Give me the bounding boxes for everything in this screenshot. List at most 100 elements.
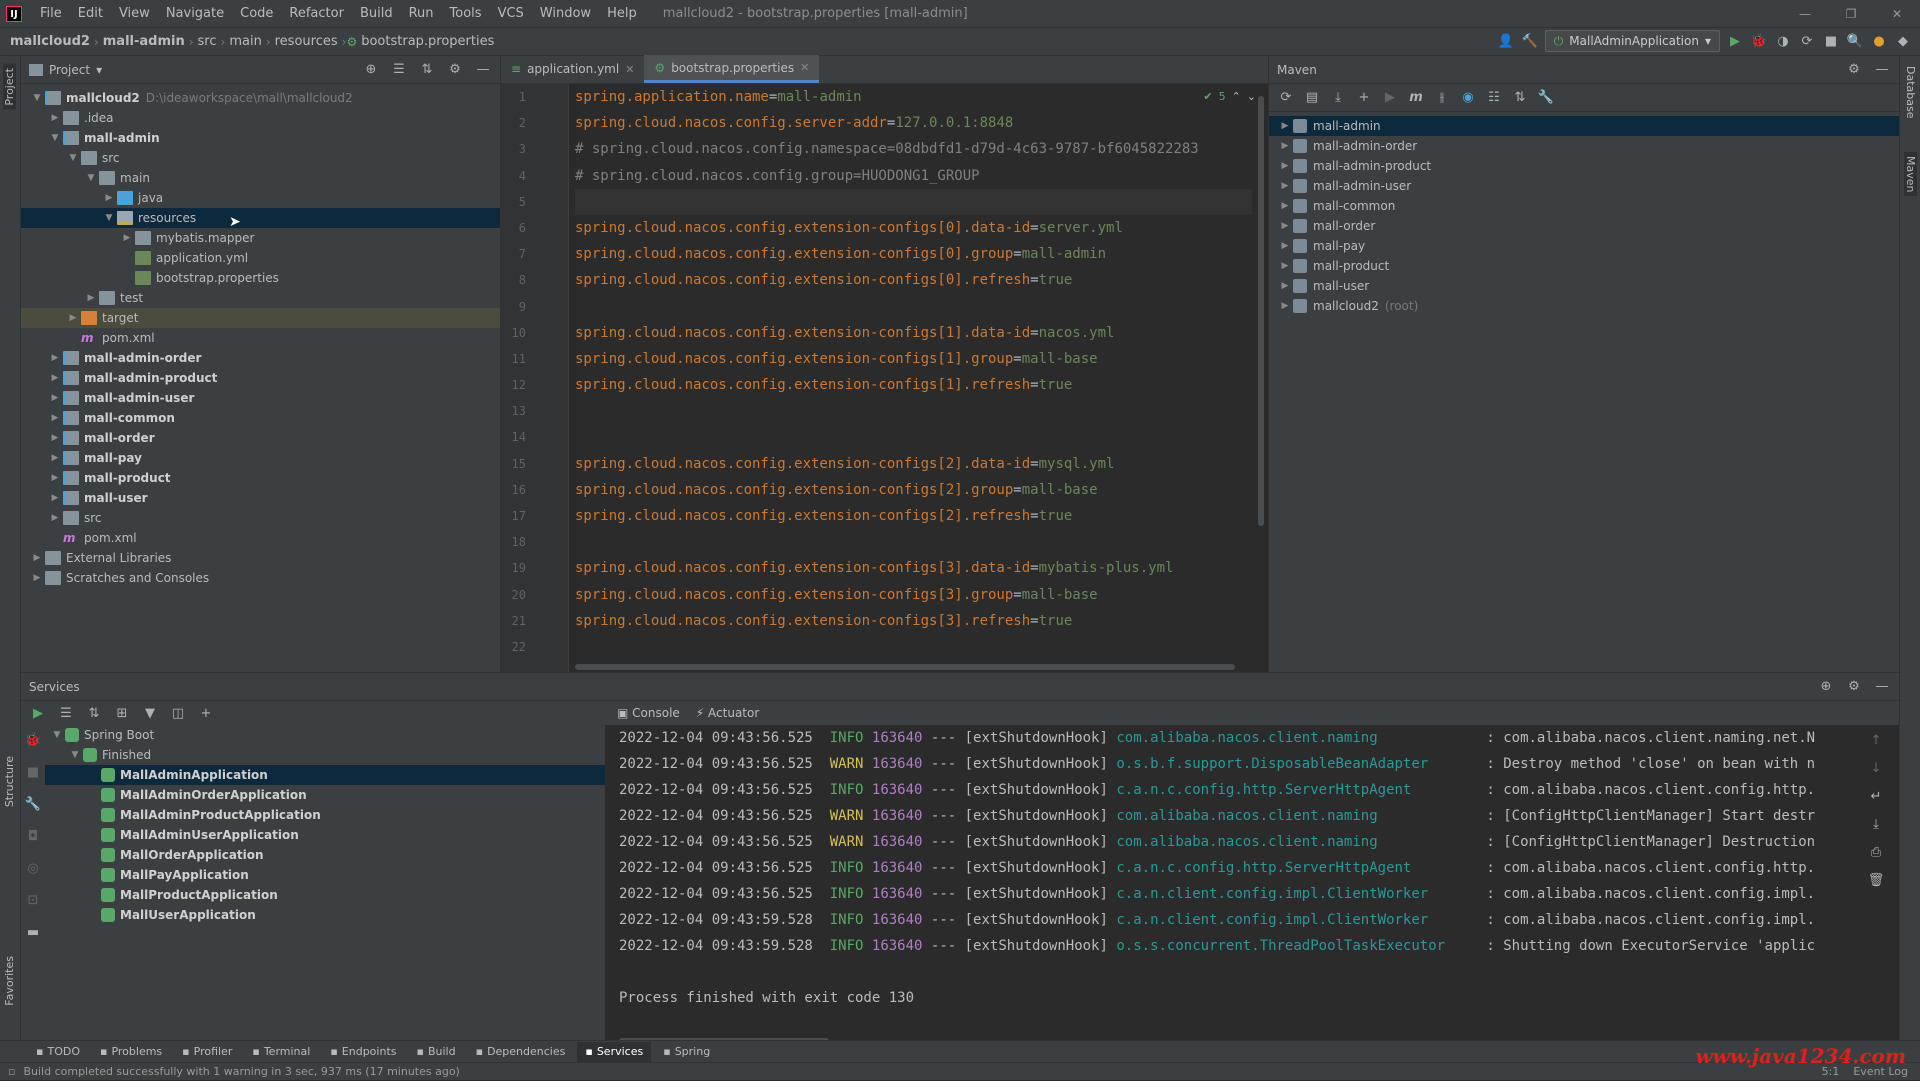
- jetbrains-icon[interactable]: ◆: [1894, 32, 1912, 50]
- project-tree-item[interactable]: ▶ test: [21, 288, 500, 308]
- filter-icon[interactable]: ▼: [141, 704, 159, 722]
- expand-arrow-icon[interactable]: ▶: [47, 433, 63, 443]
- favorites-tool-button[interactable]: Favorites: [3, 956, 16, 1006]
- expand-arrow-icon[interactable]: ▶: [1277, 281, 1293, 291]
- project-tree-item[interactable]: ▶ mall-user: [21, 488, 500, 508]
- console-tab[interactable]: ▣ Console: [617, 706, 680, 720]
- menu-code[interactable]: Code: [232, 6, 281, 21]
- maven-project-item[interactable]: ▶ mallcloud2 (root): [1269, 296, 1899, 316]
- breadcrumb-item[interactable]: mallcloud2: [6, 34, 94, 49]
- stop-icon[interactable]: ■: [24, 763, 42, 781]
- menu-file[interactable]: File: [32, 6, 70, 21]
- debug-icon[interactable]: 🐞: [24, 731, 42, 749]
- project-tree-item[interactable]: ▶ src: [21, 508, 500, 528]
- menu-view[interactable]: View: [111, 6, 158, 21]
- horizontal-scrollbar[interactable]: [575, 664, 1235, 670]
- run-icon[interactable]: ▶: [1726, 32, 1744, 50]
- chevron-down-icon[interactable]: ▾: [96, 63, 102, 77]
- expand-arrow-icon[interactable]: ▼: [101, 213, 117, 223]
- chevron-down-icon[interactable]: ⌄: [1247, 90, 1256, 103]
- expand-arrow-icon[interactable]: ▶: [1277, 141, 1293, 151]
- menu-window[interactable]: Window: [532, 6, 599, 21]
- maven-project-item[interactable]: ▶ mall-pay: [1269, 236, 1899, 256]
- project-tree-item[interactable]: ▶ target: [21, 308, 500, 328]
- expand-all-icon[interactable]: ☰: [390, 61, 408, 79]
- project-tree-item[interactable]: ▶ mall-admin-user: [21, 388, 500, 408]
- project-tree-item[interactable]: ▶ mall-pay: [21, 448, 500, 468]
- expand-arrow-icon[interactable]: ▶: [47, 113, 63, 123]
- expand-arrow-icon[interactable]: ▶: [1277, 181, 1293, 191]
- layout-icon[interactable]: ▬: [24, 923, 42, 941]
- tool-window-dependencies[interactable]: ▪ Dependencies: [468, 1042, 574, 1062]
- project-tree-item[interactable]: ▶ mybatis.mapper: [21, 228, 500, 248]
- globe-icon[interactable]: ⊕: [1817, 678, 1835, 696]
- deploy-icon[interactable]: ◎: [24, 859, 42, 877]
- project-tool-button[interactable]: Project: [3, 64, 16, 110]
- vertical-scrollbar[interactable]: [1258, 96, 1264, 526]
- expand-arrow-icon[interactable]: ▶: [29, 553, 45, 563]
- expand-all-icon[interactable]: ☰: [57, 704, 75, 722]
- collapse-all-icon[interactable]: ⇅: [85, 704, 103, 722]
- menu-run[interactable]: Run: [401, 6, 442, 21]
- arrow-up-icon[interactable]: ↑: [1867, 731, 1885, 749]
- scroll-to-end-icon[interactable]: ⤓: [1867, 815, 1885, 833]
- print-icon[interactable]: ⎙: [1867, 843, 1885, 861]
- add-icon[interactable]: +: [1355, 89, 1373, 107]
- breadcrumb-item[interactable]: resources: [271, 34, 342, 49]
- expand-arrow-icon[interactable]: ▶: [47, 453, 63, 463]
- breadcrumb-item[interactable]: bootstrap.properties: [357, 34, 498, 49]
- expand-arrow-icon[interactable]: ▶: [47, 373, 63, 383]
- expand-arrow-icon[interactable]: ▶: [65, 313, 81, 323]
- run-icon[interactable]: ▶: [1381, 89, 1399, 107]
- breadcrumb-item[interactable]: mall-admin: [99, 34, 189, 49]
- build-hammer-icon[interactable]: 🔨: [1521, 32, 1539, 50]
- hide-icon[interactable]: —: [1873, 678, 1891, 696]
- project-tree-item[interactable]: ▼ mallcloud2 D:\ideaworkspace\mall\mallclo…: [21, 88, 500, 108]
- toggle-offline-icon[interactable]: ⫲: [1433, 89, 1451, 107]
- update-icon[interactable]: ●: [1870, 32, 1888, 50]
- maven-project-item[interactable]: ▶ mall-product: [1269, 256, 1899, 276]
- run-icon[interactable]: ▶: [29, 704, 47, 722]
- chevron-up-icon[interactable]: ⌃: [1232, 90, 1241, 103]
- project-tree-item[interactable]: ▶ mall-admin-order: [21, 348, 500, 368]
- inspection-widget[interactable]: ✔ 5 ⌃ ⌄: [1203, 90, 1256, 103]
- maximize-icon[interactable]: ❐: [1828, 0, 1874, 28]
- redeploy-icon[interactable]: ⊡: [24, 891, 42, 909]
- expand-arrow-icon[interactable]: ▶: [83, 293, 99, 303]
- expand-arrow-icon[interactable]: ▼: [49, 730, 65, 740]
- project-tree-item[interactable]: ▶ Scratches and Consoles: [21, 568, 500, 588]
- status-message[interactable]: Build completed successfully with 1 warn…: [23, 1065, 459, 1078]
- project-panel-title[interactable]: Project: [49, 63, 90, 77]
- execute-goal-icon[interactable]: m: [1407, 89, 1425, 107]
- tool-window-terminal[interactable]: ▪ Terminal: [244, 1042, 318, 1062]
- expand-arrow-icon[interactable]: ▼: [47, 133, 63, 143]
- project-tree-item[interactable]: ▶ mall-common: [21, 408, 500, 428]
- tool-window-endpoints[interactable]: ▪ Endpoints: [322, 1042, 404, 1062]
- wrench-icon[interactable]: 🔧: [24, 795, 42, 813]
- code-area[interactable]: spring.application.name=mall-admin spring…: [569, 84, 1252, 660]
- menu-build[interactable]: Build: [352, 6, 401, 21]
- gear-icon[interactable]: ⚙: [446, 61, 464, 79]
- project-tree-item[interactable]: ▼ main: [21, 168, 500, 188]
- status-bar-toggle-icon[interactable]: ▫: [8, 1065, 15, 1078]
- expand-arrow-icon[interactable]: ▶: [1277, 201, 1293, 211]
- expand-arrow-icon[interactable]: ▶: [29, 573, 45, 583]
- project-tree-item[interactable]: application.yml: [21, 248, 500, 268]
- generate-sources-icon[interactable]: ▤: [1303, 89, 1321, 107]
- expand-arrow-icon[interactable]: ▶: [1277, 121, 1293, 131]
- tool-window-services[interactable]: ▪ Services: [577, 1041, 652, 1062]
- menu-help[interactable]: Help: [599, 6, 645, 21]
- expand-arrow-icon[interactable]: ▶: [47, 473, 63, 483]
- editor-tab[interactable]: ≡ application.yml ✕: [501, 55, 644, 83]
- expand-arrow-icon[interactable]: ▶: [47, 353, 63, 363]
- project-tree-item[interactable]: ▶ mall-admin-product: [21, 368, 500, 388]
- tool-window-build[interactable]: ▪ Build: [409, 1042, 464, 1062]
- project-tree-item[interactable]: ▶ mall-product: [21, 468, 500, 488]
- menu-refactor[interactable]: Refactor: [281, 6, 352, 21]
- close-icon[interactable]: ✕: [800, 61, 809, 74]
- collapse-all-icon[interactable]: ⇅: [1511, 89, 1529, 107]
- camera-icon[interactable]: ◘: [24, 827, 42, 845]
- expand-arrow-icon[interactable]: ▼: [67, 750, 83, 760]
- maven-project-item[interactable]: ▶ mall-user: [1269, 276, 1899, 296]
- hide-icon[interactable]: —: [474, 61, 492, 79]
